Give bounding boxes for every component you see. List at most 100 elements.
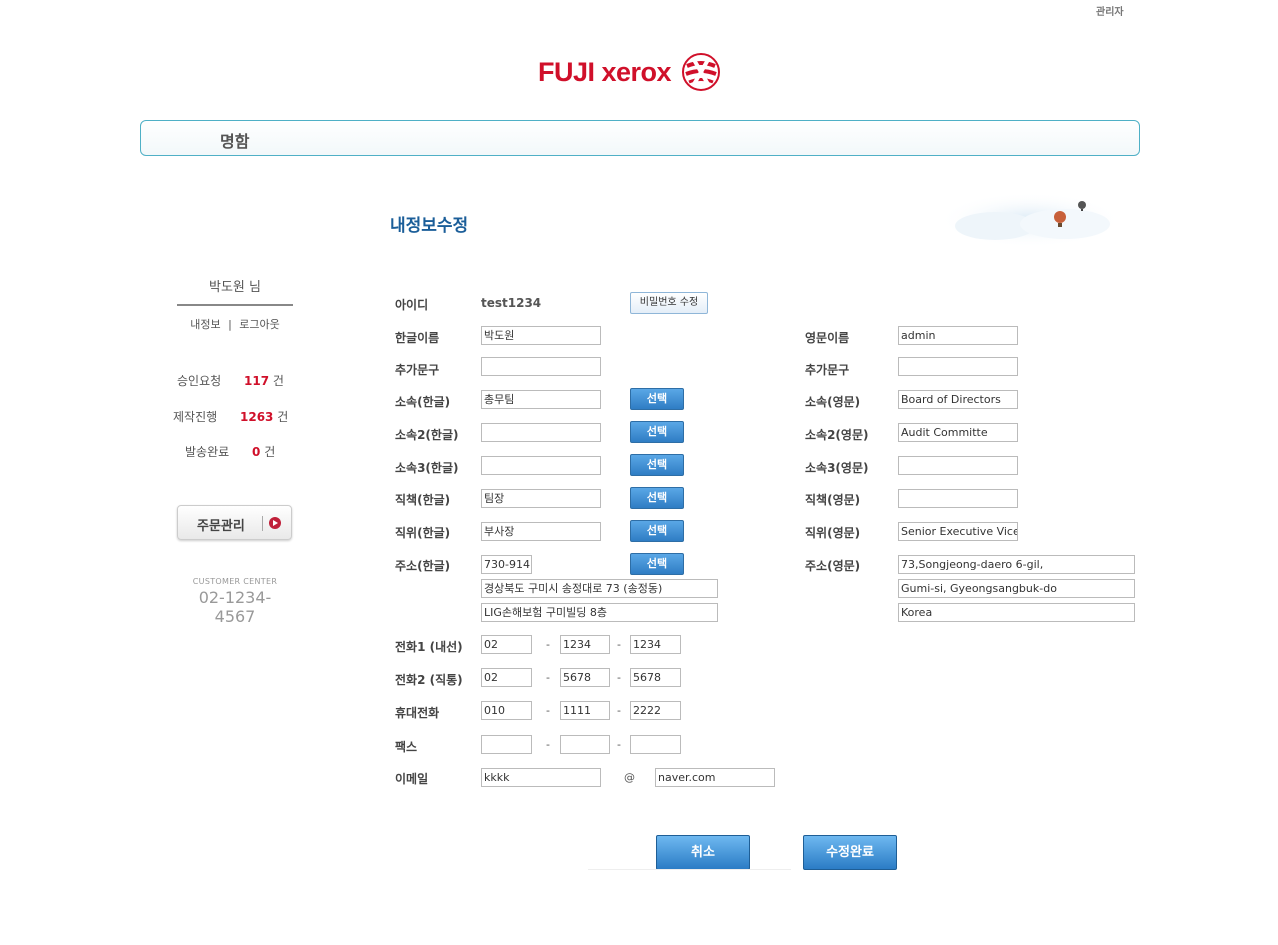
- tel2-part1-input[interactable]: 02: [481, 668, 532, 687]
- dash: -: [617, 671, 621, 684]
- balloon-sky-image: [938, 192, 1120, 248]
- select-button[interactable]: 선택: [630, 553, 684, 575]
- stat-label: 발송완료: [185, 445, 230, 459]
- tel1-part2-input[interactable]: 1234: [560, 635, 610, 654]
- select-button[interactable]: 선택: [630, 454, 684, 476]
- zipcode-input[interactable]: 730-914: [481, 555, 532, 574]
- select-button[interactable]: 선택: [630, 520, 684, 542]
- user-links: 내정보 | 로그아웃: [177, 316, 293, 332]
- dept-kr-input[interactable]: 총무팀: [481, 390, 601, 409]
- extra-kr-label: 추가문구: [395, 363, 440, 377]
- addr-kr-line1-input[interactable]: 경상북도 구미시 송정대로 73 (송정동): [481, 579, 718, 598]
- id-label: 아이디: [395, 298, 429, 312]
- select-button[interactable]: 선택: [630, 421, 684, 443]
- addr-en-label: 주소(영문): [805, 559, 861, 573]
- dash: -: [546, 704, 550, 717]
- extra-kr-input[interactable]: [481, 357, 601, 376]
- duty-en-label: 직책(영문): [805, 493, 861, 507]
- dept2-en-label: 소속2(영문): [805, 428, 869, 442]
- stat-approval[interactable]: 승인요청 117 건: [177, 372, 284, 389]
- divider: [177, 304, 293, 306]
- dept3-en-label: 소속3(영문): [805, 461, 869, 475]
- stat-unit: 건: [272, 374, 284, 388]
- name-kr-label: 한글이름: [395, 331, 440, 345]
- customer-center-phone: 02-1234-4567: [198, 588, 272, 626]
- email-user-input[interactable]: kkkk: [481, 768, 601, 787]
- dash: -: [617, 704, 621, 717]
- dash: -: [546, 738, 550, 751]
- customer-center-label: CUSTOMER CENTER: [192, 577, 278, 586]
- my-info-link[interactable]: 내정보: [190, 318, 220, 331]
- stat-count: 117: [244, 374, 270, 388]
- addr-en-line2-input[interactable]: Gumi-si, Gyeongsangbuk-do: [898, 579, 1135, 598]
- stat-production[interactable]: 제작진행 1263 건: [173, 408, 288, 425]
- name-kr-input[interactable]: 박도원: [481, 326, 601, 345]
- mobile-part2-input[interactable]: 1111: [560, 701, 610, 720]
- submit-button[interactable]: 수정완료: [803, 835, 897, 870]
- dept-en-input[interactable]: Board of Directors: [898, 390, 1018, 409]
- xerox-ball-icon: [682, 53, 721, 91]
- dept3-en-input[interactable]: [898, 456, 1018, 475]
- fax-part1-input[interactable]: [481, 735, 532, 754]
- rank-en-input[interactable]: Senior Executive Vice: [898, 522, 1018, 541]
- order-button-label: 주문관리: [197, 519, 245, 534]
- select-button[interactable]: 선택: [630, 388, 684, 410]
- fuji-xerox-logo[interactable]: FUJI xerox: [538, 52, 721, 92]
- dept3-kr-label: 소속3(한글): [395, 461, 459, 475]
- duty-kr-label: 직책(한글): [395, 493, 451, 507]
- dash: -: [617, 638, 621, 651]
- dash: -: [617, 738, 621, 751]
- tel1-part3-input[interactable]: 1234: [630, 635, 681, 654]
- stat-count: 1263: [240, 410, 274, 424]
- user-name: 박도원 님: [209, 280, 261, 295]
- addr-kr-label: 주소(한글): [395, 559, 451, 573]
- tel2-part2-input[interactable]: 5678: [560, 668, 610, 687]
- id-value: test1234: [481, 296, 542, 310]
- change-password-button[interactable]: 비밀번호 수정: [630, 292, 708, 314]
- dept3-kr-input[interactable]: [481, 456, 601, 475]
- mobile-part1-input[interactable]: 010: [481, 701, 532, 720]
- button-divider: [262, 516, 263, 531]
- fax-part2-input[interactable]: [560, 735, 610, 754]
- link-separator: |: [228, 318, 232, 331]
- name-en-label: 영문이름: [805, 331, 850, 345]
- duty-kr-input[interactable]: 팀장: [481, 489, 601, 508]
- mobile-label: 휴대전화: [395, 706, 440, 720]
- dept2-kr-input[interactable]: [481, 423, 601, 442]
- rank-en-label: 직위(영문): [805, 526, 861, 540]
- rank-kr-input[interactable]: 부사장: [481, 522, 601, 541]
- stat-count: 0: [252, 445, 261, 459]
- fax-label: 팩스: [395, 740, 418, 754]
- dept-kr-label: 소속(한글): [395, 395, 451, 409]
- email-domain-input[interactable]: naver.com: [655, 768, 775, 787]
- tel2-part3-input[interactable]: 5678: [630, 668, 681, 687]
- admin-link[interactable]: 관리자: [1096, 3, 1124, 18]
- select-button[interactable]: 선택: [630, 487, 684, 509]
- page-title: 내정보수정: [390, 216, 469, 236]
- stat-unit: 건: [264, 445, 276, 459]
- logout-link[interactable]: 로그아웃: [239, 318, 279, 331]
- name-en-input[interactable]: admin: [898, 326, 1018, 345]
- order-management-button[interactable]: 주문관리: [177, 505, 292, 540]
- dash: -: [546, 638, 550, 651]
- nav-bar: 명함: [140, 120, 1140, 156]
- extra-en-input[interactable]: [898, 357, 1018, 376]
- arrow-right-icon: [269, 517, 281, 529]
- dash: -: [546, 671, 550, 684]
- tel1-part1-input[interactable]: 02: [481, 635, 532, 654]
- cancel-button[interactable]: 취소: [656, 835, 750, 870]
- mobile-part3-input[interactable]: 2222: [630, 701, 681, 720]
- addr-en-line1-input[interactable]: 73,Songjeong-daero 6-gil,: [898, 555, 1135, 574]
- at-sign: @: [624, 771, 635, 784]
- tel1-label: 전화1 (내선): [395, 640, 463, 654]
- nav-title[interactable]: 명함: [220, 128, 249, 152]
- duty-en-input[interactable]: [898, 489, 1018, 508]
- addr-en-line3-input[interactable]: Korea: [898, 603, 1135, 622]
- addr-kr-line2-input[interactable]: LIG손해보험 구미빌딩 8층: [481, 603, 718, 622]
- fax-part3-input[interactable]: [630, 735, 681, 754]
- dept2-en-input[interactable]: Audit Committe: [898, 423, 1018, 442]
- tel2-label: 전화2 (직통): [395, 673, 463, 687]
- rank-kr-label: 직위(한글): [395, 526, 451, 540]
- stat-shipped[interactable]: 발송완료 0 건: [185, 443, 275, 460]
- stat-label: 승인요청: [177, 374, 222, 388]
